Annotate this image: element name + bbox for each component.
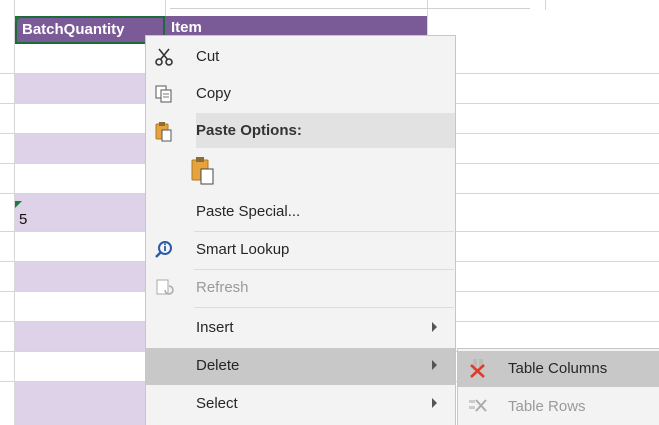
menu-item-label: Delete [196, 357, 240, 374]
header-border [170, 8, 530, 9]
menu-item-copy[interactable]: Copy [146, 76, 455, 113]
menu-item-paste-special[interactable]: Paste Special... [146, 194, 455, 231]
menu-separator [194, 307, 454, 308]
menu-item-label: Refresh [196, 279, 249, 296]
copy-icon [152, 84, 176, 106]
menu-item-refresh[interactable]: Refresh [146, 270, 455, 307]
submenu-item-table-columns[interactable]: Table Columns [458, 351, 659, 387]
error-indicator-icon [15, 201, 22, 208]
delete-columns-icon [466, 358, 490, 380]
menu-item-delete[interactable]: Delete [146, 348, 455, 385]
error-indicator-icon [15, 17, 21, 23]
menu-item-label: Insert [196, 319, 234, 336]
menu-item-label: Cut [196, 48, 220, 65]
menu-item-label: Paste Special... [196, 203, 301, 220]
menu-item-label: Select [196, 395, 238, 412]
scissors-icon [152, 47, 176, 69]
paste-options-header: Paste Options: [196, 113, 455, 148]
menu-item-smart-lookup[interactable]: Smart Lookup [146, 232, 455, 269]
menu-item-select[interactable]: Select [146, 386, 455, 423]
chevron-right-icon [432, 360, 437, 370]
paste-option-keep-source[interactable] [146, 148, 455, 194]
refresh-icon [152, 278, 176, 300]
submenu-item-table-rows[interactable]: Table Rows [458, 389, 659, 425]
delete-submenu: Table Columns Table Rows [457, 348, 659, 425]
submenu-item-label: Table Rows [508, 398, 586, 415]
smart-lookup-icon [152, 240, 176, 262]
paste-icon [152, 121, 176, 143]
menu-item-cut[interactable]: Cut [146, 39, 455, 76]
paste-clipboard-icon [190, 156, 216, 186]
chevron-right-icon [432, 398, 437, 408]
delete-rows-icon [466, 396, 490, 418]
menu-item-label: Smart Lookup [196, 241, 290, 258]
paste-icon-slot [146, 113, 194, 148]
menu-item-insert[interactable]: Insert [146, 310, 455, 347]
menu-item-label: Copy [196, 85, 232, 102]
submenu-item-label: Table Columns [508, 360, 608, 377]
column-header-batchquantity[interactable]: BatchQuantity [15, 16, 165, 44]
context-menu: Cut Copy Paste Options: Paste Special...… [145, 35, 456, 425]
cell-value[interactable]: 5 [19, 211, 27, 228]
chevron-right-icon [432, 322, 437, 332]
menu-item-label: Paste Options: [196, 122, 302, 139]
gridline-col-d [545, 0, 546, 10]
